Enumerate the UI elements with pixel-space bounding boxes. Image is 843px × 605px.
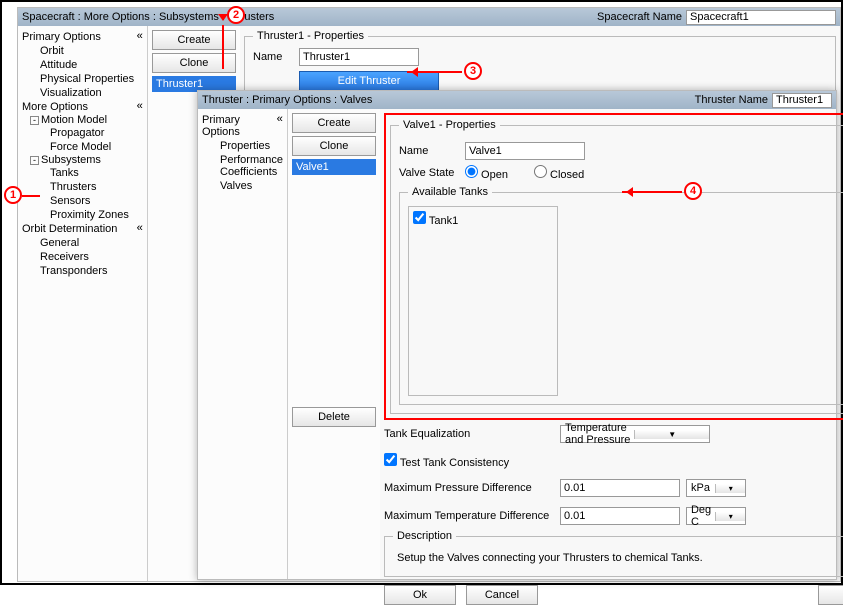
tree-item-visualization[interactable]: Visualization	[20, 86, 145, 100]
tree-subsystems[interactable]: -Subsystems	[20, 154, 145, 166]
tree-item-propagator[interactable]: Propagator	[20, 126, 145, 140]
spacecraft-name-input[interactable]	[686, 10, 836, 25]
spacecraft-tree: Primary Options« Orbit Attitude Physical…	[18, 26, 148, 581]
available-tanks-fieldset: Available Tanks Tank1	[399, 186, 843, 405]
max-pressure-input[interactable]	[560, 479, 680, 497]
thruster-titlebar: Thruster : Primary Options : Valves Thru…	[198, 91, 836, 109]
valve-list-panel: Create Clone Valve1 Delete	[288, 109, 380, 579]
breadcrumb: Thruster : Primary Options : Valves	[202, 94, 695, 106]
breadcrumb: Spacecraft : More Options : Subsystems :…	[22, 11, 597, 23]
valve-name-input[interactable]	[465, 142, 585, 160]
tree-primary-options[interactable]: Primary Options«	[20, 30, 145, 44]
tree-item-transponders[interactable]: Transponders	[20, 264, 145, 278]
tank1-checkbox[interactable]: Tank1	[413, 215, 458, 227]
tree-item-tanks[interactable]: Tanks	[20, 166, 145, 180]
description-fieldset: Description Setup the Valves connecting …	[384, 530, 843, 577]
chevron-down-icon: ▾	[715, 484, 745, 493]
tree-item-force-model[interactable]: Force Model	[20, 140, 145, 154]
max-temp-label: Maximum Temperature Difference	[384, 510, 554, 522]
callout-4: 4	[684, 182, 702, 200]
tank-eq-combo[interactable]: Temperature and Pressure▼	[560, 425, 710, 443]
thruster-name-input[interactable]	[299, 48, 419, 66]
callout-1: 1	[4, 186, 22, 204]
tree-item-attitude[interactable]: Attitude	[20, 58, 145, 72]
temp-unit-combo[interactable]: Deg C▾	[686, 507, 746, 525]
create-button[interactable]: Create	[292, 113, 376, 133]
tree-item-orbit[interactable]: Orbit	[20, 44, 145, 58]
spacecraft-titlebar: Spacecraft : More Options : Subsystems :…	[18, 8, 840, 26]
valve-legend: Valve1 - Properties	[399, 119, 500, 131]
thruster-window: Thruster : Primary Options : Valves Thru…	[197, 90, 837, 580]
thruster-legend: Thruster1 - Properties	[253, 30, 368, 42]
tanks-legend: Available Tanks	[408, 186, 492, 198]
thruster-name-input[interactable]	[772, 93, 832, 108]
chevron-down-icon: ▾	[715, 512, 745, 521]
tree-item-proximity[interactable]: Proximity Zones	[20, 208, 145, 222]
callout-2: 2	[227, 6, 245, 24]
tree-item-receivers[interactable]: Receivers	[20, 250, 145, 264]
tree-motion-model[interactable]: -Motion Model	[20, 114, 145, 126]
valve-fieldset: Valve1 - Properties Name Valve State Ope…	[390, 119, 843, 414]
chevron-down-icon: ▼	[634, 430, 709, 439]
thruster-name-label: Thruster Name	[695, 94, 768, 106]
collapse-icon[interactable]: -	[30, 156, 39, 165]
callout-3: 3	[464, 62, 482, 80]
thruster-tree: Primary Options« Properties Performance …	[198, 109, 288, 579]
pressure-unit-combo[interactable]: kPa▾	[686, 479, 746, 497]
clone-button[interactable]: Clone	[292, 136, 376, 156]
highlight-box: Valve1 - Properties Name Valve State Ope…	[384, 113, 843, 420]
valve-state-label: Valve State	[399, 167, 459, 179]
valve-name-label: Name	[399, 145, 459, 157]
help-button[interactable]: Help	[818, 585, 843, 605]
description-text: Setup the Valves connecting your Thruste…	[393, 548, 843, 568]
delete-button[interactable]: Delete	[292, 407, 376, 427]
thruster-name-label: Name	[253, 51, 293, 63]
tree-item-physical[interactable]: Physical Properties	[20, 72, 145, 86]
tree-orbit-determination[interactable]: Orbit Determination«	[20, 222, 145, 236]
tree-more-options[interactable]: More Options«	[20, 100, 145, 114]
edit-thruster-button[interactable]: Edit Thruster	[299, 71, 439, 91]
valve-open-radio[interactable]: Open	[465, 165, 508, 181]
tree-primary-options[interactable]: Primary Options«	[200, 113, 285, 139]
valve-properties-panel: Valve1 - Properties Name Valve State Ope…	[380, 109, 843, 579]
valve-closed-radio[interactable]: Closed	[534, 165, 584, 181]
max-temp-input[interactable]	[560, 507, 680, 525]
tree-item-performance[interactable]: Performance Coefficients	[200, 153, 285, 179]
ok-button[interactable]: Ok	[384, 585, 456, 605]
tree-item-valves[interactable]: Valves	[200, 179, 285, 193]
collapse-icon[interactable]: -	[30, 116, 39, 125]
max-pressure-label: Maximum Pressure Difference	[384, 482, 554, 494]
valve-list-item[interactable]: Valve1	[292, 159, 376, 175]
test-tank-checkbox[interactable]: Test Tank Consistency	[384, 453, 509, 469]
tree-item-properties[interactable]: Properties	[200, 139, 285, 153]
tank-eq-label: Tank Equalization	[384, 428, 554, 440]
description-legend: Description	[393, 530, 456, 542]
tree-item-general[interactable]: General	[20, 236, 145, 250]
tree-item-thrusters[interactable]: Thrusters	[20, 180, 145, 194]
spacecraft-name-label: Spacecraft Name	[597, 11, 682, 23]
cancel-button[interactable]: Cancel	[466, 585, 538, 605]
